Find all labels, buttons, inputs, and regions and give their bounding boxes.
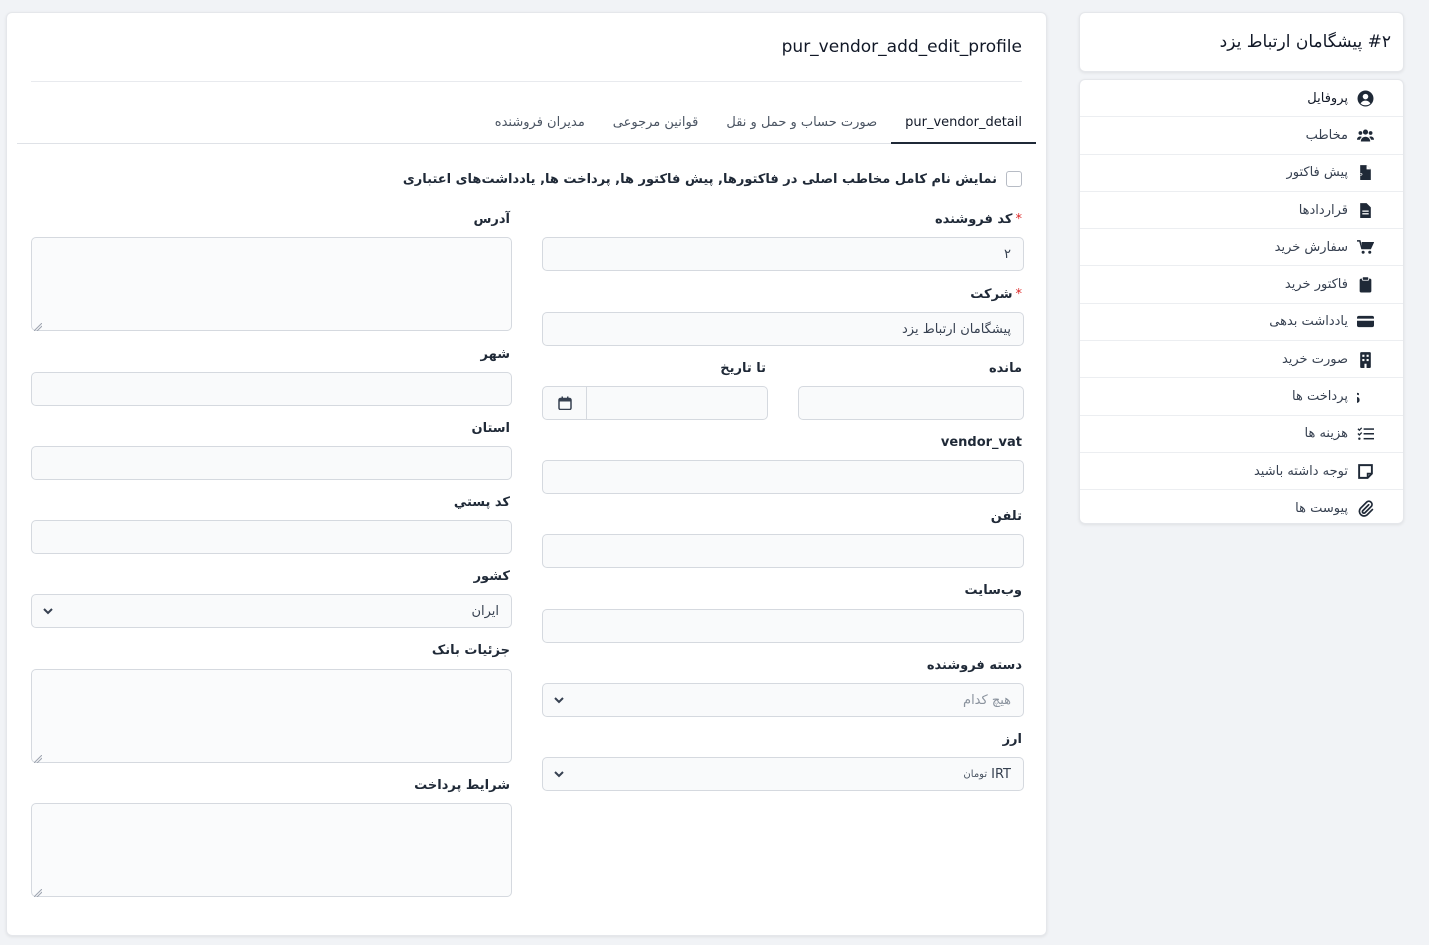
sidebar-item-label: پروفایل [1307,90,1348,106]
sidebar-item-purchase-statement[interactable]: صورت خرید [1080,341,1403,379]
paperclip-icon [1356,500,1374,518]
vendor-title: #۲ پیشگامان ارتباط یزد [1219,32,1391,52]
svg-text:P: P [1358,172,1362,180]
user-circle-icon [1356,89,1374,107]
company-label: *شرکت [970,287,1022,302]
sidebar-item-label: پرداخت ها [1292,389,1348,405]
city-input[interactable] [31,372,512,406]
zip-label: کد پستي [453,495,510,510]
list-check-icon [1356,425,1374,443]
sidebar-item-notes[interactable]: توجه داشته باشید [1080,453,1403,491]
payment-terms-label: شرایط پرداخت [414,778,510,793]
bank-details-label: جزئیات بانک [431,643,510,658]
sidebar-header: #۲ پیشگامان ارتباط یزد [1079,12,1404,72]
country-label: کشور [473,569,510,584]
required-marker: * [1015,287,1023,302]
company-input[interactable]: پیشگامان ارتباط یزد [542,312,1024,346]
clipboard-icon [1356,276,1374,294]
tab-billing-shipping[interactable]: صورت حساب و حمل و نقل [712,101,891,143]
credit-card-icon [1356,313,1374,331]
profile-form-card: pur_vendor_add_edit_profile pur_vendor_d… [6,12,1047,936]
sidebar-item-payments[interactable]: $ پرداخت ها [1080,378,1403,416]
calendar-button[interactable] [543,387,587,419]
file-contract-icon [1356,201,1374,219]
chevron-down-icon [42,605,54,617]
currency-label: ارز [1002,732,1022,747]
svg-text:$: $ [1357,388,1361,405]
to-date-input[interactable] [542,386,768,420]
tab-vendor-admins[interactable]: مدیران فروشنده [481,101,599,143]
page-title: pur_vendor_add_edit_profile [781,37,1022,57]
vendor-group-select[interactable]: هیچ کدام [542,683,1024,717]
sidebar-item-label: سفارش خرید [1274,239,1348,255]
sidebar-item-label: پیش فاکتور [1286,165,1348,181]
building-icon [1356,350,1374,368]
dollar-icon: $ [1356,388,1374,406]
tab-vendor-detail[interactable]: pur_vendor_detail [891,101,1036,144]
website-input[interactable] [542,609,1024,643]
phone-input[interactable] [542,534,1024,568]
sidebar-item-label: هزینه ها [1304,426,1349,442]
payment-terms-textarea[interactable] [31,803,512,898]
sidebar-item-purchase-invoice[interactable]: فاکتور خرید [1080,266,1403,304]
users-icon [1356,126,1374,144]
state-label: استان [471,421,510,436]
country-select[interactable]: ایران [31,594,512,628]
vendor-vat-input[interactable] [542,460,1024,494]
to-date-label: تا تاریخ [720,361,766,376]
sidebar-item-profile[interactable]: پروفایل [1080,80,1403,118]
divider [31,81,1022,82]
address-textarea[interactable] [31,237,512,332]
vendor-vat-label: vendor_vat [940,435,1022,450]
sidebar-item-purchase-order[interactable]: سفارش خرید [1080,229,1403,267]
sidebar-item-label: قراردادها [1298,202,1348,218]
zip-input[interactable] [31,520,512,554]
sidebar-item-contacts[interactable]: مخاطب [1080,117,1403,155]
sidebar-item-proforma[interactable]: P پیش فاکتور [1080,155,1403,192]
address-label: آدرس [473,212,510,227]
resize-handle-icon[interactable] [33,752,43,764]
note-icon [1356,462,1374,480]
vendor-group-label: دسته فروشنده [926,658,1022,673]
sidebar-item-label: صورت خرید [1281,351,1348,367]
tab-bar: pur_vendor_detail صورت حساب و حمل و نقل … [17,101,1036,144]
calendar-icon [557,396,572,410]
resize-handle-icon[interactable] [33,320,43,332]
chevron-down-icon [553,768,565,780]
sidebar-item-contracts[interactable]: قراردادها [1080,192,1403,230]
balance-input[interactable] [798,386,1024,420]
chevron-down-icon [553,694,565,706]
tab-return-policies[interactable]: قوانین مرجوعی [599,101,713,143]
sidebar-item-label: توجه داشته باشید [1253,463,1348,479]
file-invoice-icon: P [1356,164,1374,182]
resize-handle-icon[interactable] [33,886,43,898]
cart-icon [1356,238,1374,256]
bank-details-textarea[interactable] [31,669,512,764]
vendor-code-input[interactable]: ۲ [542,237,1024,271]
phone-label: تلفن [990,509,1022,524]
show-primary-contact-label: نمایش نام کامل مخاطب اصلی در فاکتورها, پ… [402,171,997,187]
sidebar-nav: پروفایل مخاطب P پیش فاکتور قراردادها سفا… [1079,79,1404,524]
sidebar-item-label: فاکتور خرید [1284,277,1348,293]
sidebar-item-expenses[interactable]: هزینه ها [1080,416,1403,453]
sidebar-item-label: مخاطب [1305,127,1348,143]
balance-label: مانده [989,361,1022,376]
currency-select[interactable]: IRT تومان [542,757,1024,791]
show-primary-contact-checkbox[interactable] [1006,171,1022,187]
website-label: وب‌سایت [964,583,1022,598]
sidebar-item-label: یادداشت بدهی [1269,314,1348,330]
state-input[interactable] [31,446,512,480]
sidebar-item-label: پیوست ها [1295,501,1348,517]
sidebar-item-debit-note[interactable]: یادداشت بدهی [1080,304,1403,342]
sidebar-item-attachments[interactable]: پیوست ها [1080,490,1403,523]
required-marker: * [1015,212,1023,227]
vendor-code-label: *کد فروشنده [934,212,1023,227]
show-primary-contact-row: نمایش نام کامل مخاطب اصلی در فاکتورها, پ… [403,171,1022,187]
city-label: شهر [480,347,510,362]
